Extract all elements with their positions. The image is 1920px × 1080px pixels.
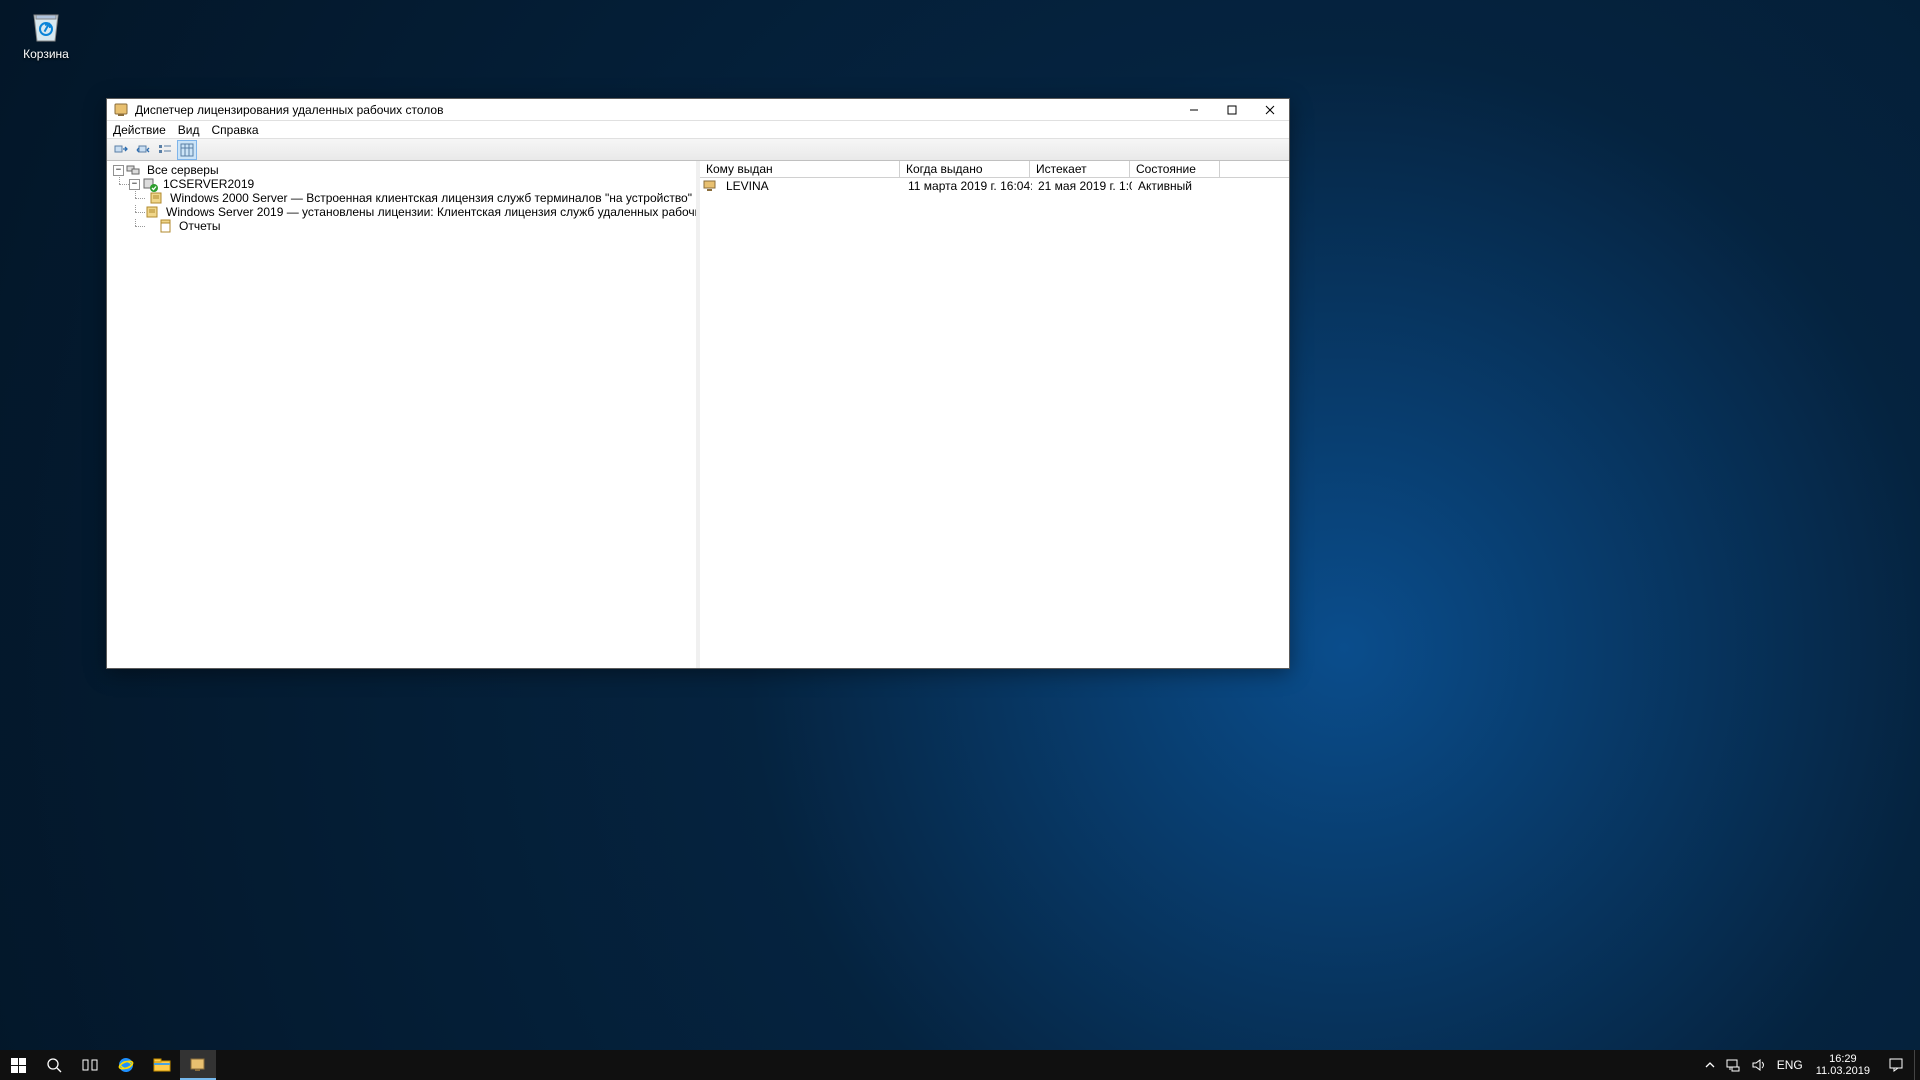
window-title: Диспетчер лицензирования удаленных рабоч…	[135, 103, 1175, 117]
network-icon[interactable]	[1720, 1050, 1746, 1080]
tree-pane[interactable]: − Все серверы − 1CSERVER2019 W	[107, 161, 700, 668]
column-issued-when[interactable]: Когда выдано	[900, 161, 1030, 177]
taskbar-app-icon[interactable]	[180, 1050, 216, 1080]
menu-action[interactable]: Действие	[113, 123, 166, 137]
tree-node-reports[interactable]: Отчеты	[145, 219, 694, 233]
menu-view[interactable]: Вид	[178, 123, 200, 137]
cell-state: Активный	[1132, 179, 1222, 193]
rd-licensing-window: Диспетчер лицензирования удаленных рабоч…	[106, 98, 1290, 669]
tree-label: 1CSERVER2019	[161, 177, 256, 191]
tree-label: Все серверы	[145, 163, 221, 177]
toolbar-refresh-icon[interactable]	[133, 140, 153, 160]
tree-node-license-1[interactable]: Windows 2000 Server — Встроенная клиентс…	[145, 191, 694, 205]
language-indicator[interactable]: ENG	[1772, 1050, 1808, 1080]
collapse-icon[interactable]: −	[129, 179, 140, 190]
recycle-bin-desktop-icon[interactable]: Корзина	[10, 5, 82, 61]
tree-label: Windows Server 2019 — установлены лиценз…	[164, 205, 700, 219]
taskbar-ie-icon[interactable]	[108, 1050, 144, 1080]
column-state[interactable]: Состояние	[1130, 161, 1220, 177]
volume-icon[interactable]	[1746, 1050, 1772, 1080]
computer-icon	[702, 178, 718, 194]
reports-icon	[158, 218, 174, 234]
list-header: Кому выдан Когда выдано Истекает Состоян…	[700, 161, 1289, 178]
clock-date: 11.03.2019	[1816, 1065, 1870, 1077]
cell-expires: 21 мая 2019 г. 1:00:23	[1032, 179, 1132, 193]
search-button[interactable]	[36, 1050, 72, 1080]
toolbar-connect-icon[interactable]	[111, 140, 131, 160]
cell-issued-when: 11 марта 2019 г. 16:04:56	[902, 179, 1032, 193]
tree-label: Отчеты	[177, 219, 222, 233]
column-expires[interactable]: Истекает	[1030, 161, 1130, 177]
servers-icon	[126, 162, 142, 178]
system-tray: ENG 16:29 11.03.2019	[1700, 1050, 1920, 1080]
column-issued-to[interactable]: Кому выдан	[700, 161, 900, 177]
toolbar-list-icon[interactable]	[155, 140, 175, 160]
task-view-button[interactable]	[72, 1050, 108, 1080]
maximize-button[interactable]	[1213, 99, 1251, 120]
list-row[interactable]: LEVINA 11 марта 2019 г. 16:04:56 21 мая …	[700, 178, 1289, 194]
recycle-bin-label: Корзина	[10, 47, 82, 61]
tree-node-all-servers[interactable]: − Все серверы	[113, 163, 694, 177]
minimize-button[interactable]	[1175, 99, 1213, 120]
list-body[interactable]: LEVINA 11 марта 2019 г. 16:04:56 21 мая …	[700, 178, 1289, 668]
toolbar	[107, 139, 1289, 161]
menu-help[interactable]: Справка	[211, 123, 258, 137]
recycle-bin-icon	[26, 5, 66, 45]
tree-label: Windows 2000 Server — Встроенная клиентс…	[168, 191, 694, 205]
close-button[interactable]	[1251, 99, 1289, 120]
list-pane: Кому выдан Когда выдано Истекает Состоян…	[700, 161, 1289, 668]
cell-issued-to: LEVINA	[720, 179, 902, 193]
clock-time: 16:29	[1816, 1053, 1870, 1065]
clock[interactable]: 16:29 11.03.2019	[1808, 1053, 1878, 1077]
toolbar-details-icon[interactable]	[177, 140, 197, 160]
taskbar-explorer-icon[interactable]	[144, 1050, 180, 1080]
show-desktop-button[interactable]	[1914, 1050, 1920, 1080]
app-icon	[113, 102, 129, 118]
action-center-button[interactable]	[1878, 1050, 1914, 1080]
tree-node-license-2[interactable]: Windows Server 2019 — установлены лиценз…	[145, 205, 694, 219]
tray-overflow-button[interactable]	[1700, 1050, 1720, 1080]
menubar: Действие Вид Справка	[107, 121, 1289, 139]
start-button[interactable]	[0, 1050, 36, 1080]
tree-node-server[interactable]: − 1CSERVER2019	[129, 177, 694, 191]
collapse-icon[interactable]: −	[113, 165, 124, 176]
titlebar[interactable]: Диспетчер лицензирования удаленных рабоч…	[107, 99, 1289, 121]
taskbar: ENG 16:29 11.03.2019	[0, 1050, 1920, 1080]
